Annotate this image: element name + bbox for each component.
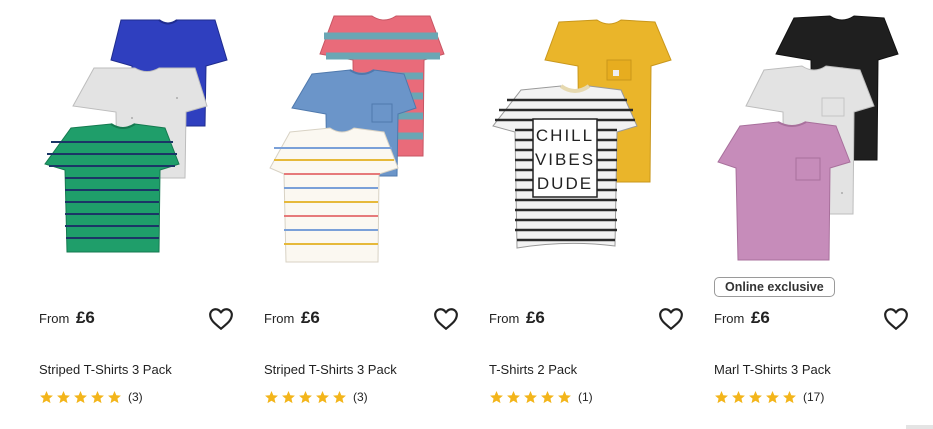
- price: From £6: [264, 308, 320, 328]
- price: From £6: [489, 308, 545, 328]
- star-icon: [91, 390, 104, 403]
- star-icon: [783, 390, 796, 403]
- star-icon: [749, 390, 762, 403]
- star-icon: [282, 390, 295, 403]
- review-count[interactable]: (17): [803, 390, 824, 404]
- star-icon: [74, 390, 87, 403]
- star-icon: [524, 390, 537, 403]
- price-value: £6: [300, 308, 320, 327]
- star-rating: [39, 390, 122, 405]
- striped-slogan-tshirt-front: CHILL VIBES DUDE: [492, 84, 638, 249]
- rating: (1): [489, 389, 593, 405]
- star-rating: [264, 390, 347, 405]
- price-prefix: From: [264, 311, 295, 326]
- rating: (3): [264, 389, 368, 405]
- heart-icon[interactable]: [658, 307, 684, 331]
- review-count[interactable]: (3): [128, 390, 143, 404]
- print-line-1: CHILL: [536, 126, 594, 145]
- tshirts-2-pack-image[interactable]: CHILL VIBES DUDE: [487, 8, 705, 270]
- star-rating: [489, 390, 572, 405]
- star-icon: [333, 390, 346, 403]
- star-icon: [732, 390, 745, 403]
- green-striped-tshirt-front: [44, 123, 180, 253]
- heart-icon[interactable]: [433, 307, 459, 331]
- product-card[interactable]: From £6 Striped T-Shirts 3 Pack (3): [262, 0, 480, 429]
- price-value: £6: [75, 308, 95, 327]
- cream-striped-tshirt-front: [269, 127, 399, 263]
- online-exclusive-badge: Online exclusive: [714, 277, 835, 297]
- star-icon: [265, 390, 278, 403]
- product-card[interactable]: CHILL VIBES DUDE From £6 T-Shirts 2 Pack…: [487, 0, 705, 429]
- star-icon: [766, 390, 779, 403]
- print-line-3: DUDE: [537, 174, 593, 193]
- product-title[interactable]: Marl T-Shirts 3 Pack: [714, 362, 831, 377]
- scrollbar-corner: [906, 425, 933, 429]
- rating: (17): [714, 389, 824, 405]
- star-icon: [507, 390, 520, 403]
- star-icon: [40, 390, 53, 403]
- star-icon: [490, 390, 503, 403]
- review-count[interactable]: (3): [353, 390, 368, 404]
- price: From £6: [714, 308, 770, 328]
- price-value: £6: [750, 308, 770, 327]
- product-title[interactable]: T-Shirts 2 Pack: [489, 362, 577, 377]
- price-value: £6: [525, 308, 545, 327]
- price-prefix: From: [714, 311, 745, 326]
- star-rating: [714, 390, 797, 405]
- price-prefix: From: [489, 311, 520, 326]
- star-icon: [316, 390, 329, 403]
- product-title[interactable]: Striped T-Shirts 3 Pack: [264, 362, 397, 377]
- product-card[interactable]: Online exclusive From £6 Marl T-Shirts 3…: [712, 0, 930, 429]
- striped-tshirts-3-pack-image[interactable]: [37, 8, 255, 270]
- review-count[interactable]: (1): [578, 390, 593, 404]
- mauve-tshirt-front: [717, 121, 851, 261]
- price-prefix: From: [39, 311, 70, 326]
- product-card[interactable]: From £6 Striped T-Shirts 3 Pack (3): [37, 0, 255, 429]
- product-title[interactable]: Striped T-Shirts 3 Pack: [39, 362, 172, 377]
- star-icon: [108, 390, 121, 403]
- print-line-2: VIBES: [535, 150, 595, 169]
- heart-icon[interactable]: [883, 307, 909, 331]
- marl-tshirts-3-pack-image[interactable]: [712, 8, 930, 270]
- star-icon: [541, 390, 554, 403]
- rating: (3): [39, 389, 143, 405]
- star-icon: [57, 390, 70, 403]
- striped-tshirts-3-pack-image[interactable]: [262, 8, 480, 270]
- star-icon: [299, 390, 312, 403]
- star-icon: [715, 390, 728, 403]
- heart-icon[interactable]: [208, 307, 234, 331]
- star-icon: [558, 390, 571, 403]
- price: From £6: [39, 308, 95, 328]
